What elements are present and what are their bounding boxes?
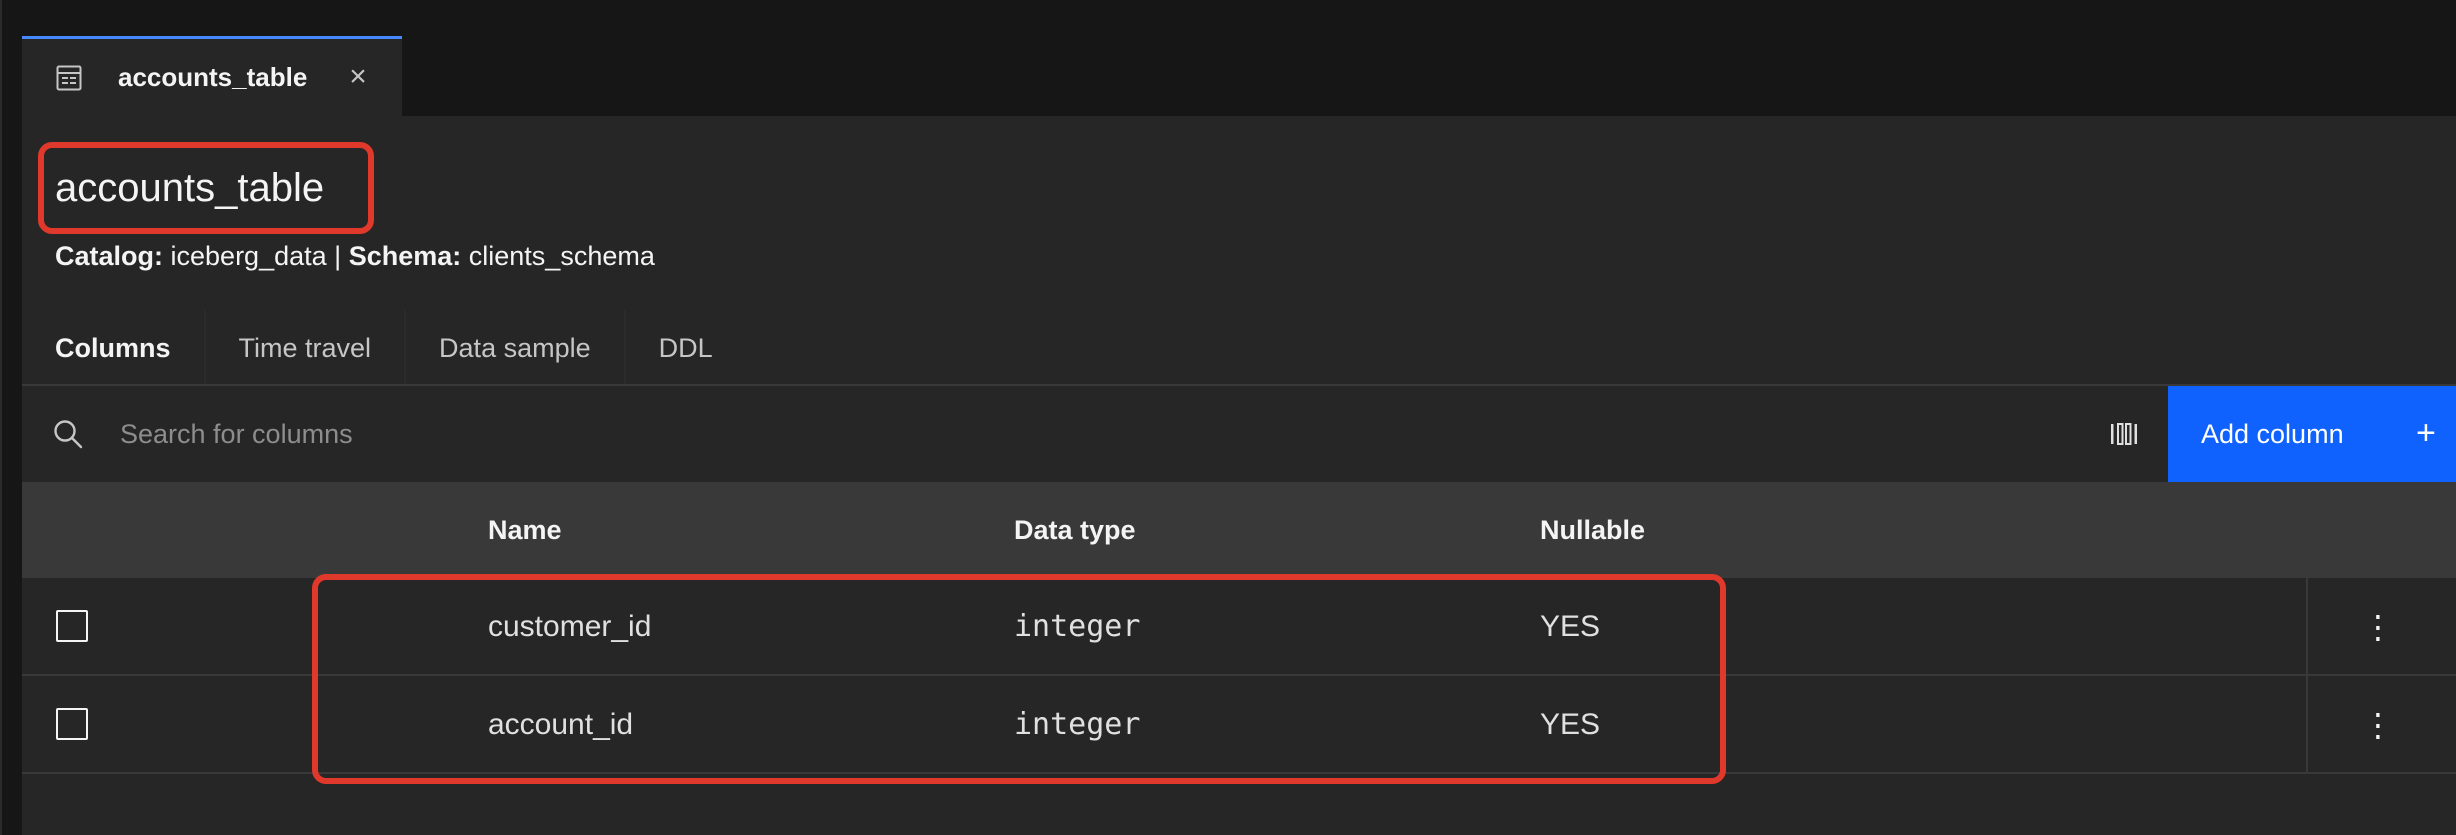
table-toolbar: Add column + xyxy=(22,386,2456,482)
column-header-data-type[interactable]: Data type xyxy=(1014,482,1136,578)
column-header-name[interactable]: Name xyxy=(488,482,562,578)
search-icon xyxy=(54,420,83,449)
tab-columns[interactable]: Columns xyxy=(22,310,204,390)
column-settings-icon[interactable] xyxy=(2102,412,2146,456)
row-divider xyxy=(2306,578,2308,676)
tab-ddl[interactable]: DDL xyxy=(625,310,746,390)
meta-separator: | xyxy=(334,241,342,271)
plus-icon: + xyxy=(2416,414,2436,452)
rows-highlight-box xyxy=(312,574,1726,784)
schema-label: Schema: xyxy=(348,241,462,271)
table-details-panel: accounts_table Catalog: iceberg_data | S… xyxy=(22,116,2456,835)
row-divider xyxy=(2306,676,2308,774)
schema-value: clients_schema xyxy=(468,241,655,271)
overflow-menu-icon[interactable]: ⋮ xyxy=(2358,705,2398,745)
table-icon xyxy=(56,65,82,91)
tab-accounts-table[interactable]: accounts_table × xyxy=(22,36,402,116)
close-icon[interactable]: × xyxy=(340,59,376,95)
catalog-value: iceberg_data xyxy=(170,241,327,271)
catalog-label: Catalog: xyxy=(55,241,163,271)
table-metadata: Catalog: iceberg_data | Schema: clients_… xyxy=(55,238,655,274)
left-edge xyxy=(0,0,22,835)
add-column-button[interactable]: Add column + xyxy=(2168,386,2456,482)
tab-title: accounts_table xyxy=(118,62,308,92)
add-column-label: Add column xyxy=(2201,419,2344,449)
table-header: Name Data type Nullable xyxy=(22,482,2456,578)
tab-time-travel[interactable]: Time travel xyxy=(205,310,405,390)
row-checkbox[interactable] xyxy=(56,610,88,642)
tab-data-sample[interactable]: Data sample xyxy=(406,310,624,390)
tab-bar: accounts_table × xyxy=(22,0,2456,116)
column-header-nullable[interactable]: Nullable xyxy=(1540,482,1645,578)
left-edge-divider xyxy=(0,0,2,835)
subtab-list: Columns Time travel Data sample DDL xyxy=(22,310,746,390)
title-highlight-box xyxy=(38,142,374,234)
search-input[interactable] xyxy=(118,404,2018,464)
row-checkbox[interactable] xyxy=(56,708,88,740)
overflow-menu-icon[interactable]: ⋮ xyxy=(2358,607,2398,647)
